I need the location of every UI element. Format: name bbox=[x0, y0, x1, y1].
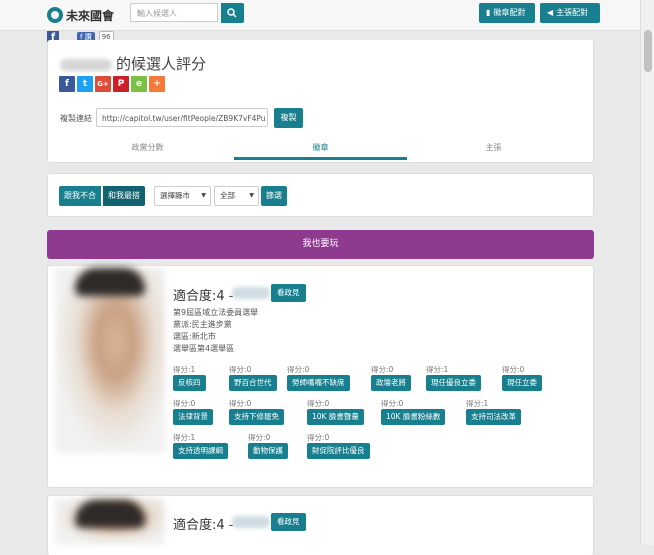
pinterest-share-icon[interactable]: P bbox=[113, 76, 129, 92]
top-navbar: 未來國會 輸入候選人 ▮ 徽章配對 ◀ 主張配對 bbox=[0, 0, 654, 31]
fit-score: 適合度:4 - bbox=[173, 289, 234, 304]
badge-score: 得分:0 bbox=[229, 365, 252, 374]
play-button[interactable]: 我也要玩 bbox=[47, 230, 594, 259]
blurred-candidate-name bbox=[232, 516, 270, 528]
tab-badge[interactable]: 徽章 bbox=[234, 136, 407, 160]
badge-cell: 得分:0 野百合世代 bbox=[229, 364, 282, 391]
badge-score: 得分:0 bbox=[371, 365, 394, 374]
logo-icon bbox=[47, 7, 63, 23]
candidate-info: 第9屆區域立法委員選舉 黨派:民主進步黨 選區:新北市 選舉區第4選舉區 bbox=[173, 308, 259, 353]
badge-tag[interactable]: 現任優良立委 bbox=[426, 375, 481, 391]
candidate-photo-hair bbox=[75, 268, 145, 296]
badge-row: 得分:0 法律背景 得分:0 支持下修罷免 得分:0 10K 臉書聲量 得分:0 10K… bbox=[173, 398, 542, 425]
badge-score: 得分:0 bbox=[307, 433, 330, 442]
tab-policy[interactable]: 主張 bbox=[407, 136, 580, 160]
badge-tag[interactable]: 反核四 bbox=[173, 375, 206, 391]
badge-cell: 得分:0 勞師嘴嘴不缺席 bbox=[287, 364, 366, 391]
badge-score: 得分:0 bbox=[287, 365, 310, 374]
badge-row: 得分:1 支持透明課綱 得分:0 動物保護 得分:0 財促院評比優良 bbox=[173, 432, 389, 459]
twitter-share-icon[interactable]: t bbox=[77, 76, 93, 92]
badge-score: 得分:0 bbox=[229, 399, 252, 408]
badge-cell: 得分:0 10K 臉書聲量 bbox=[307, 398, 376, 425]
badge-score: 得分:0 bbox=[173, 399, 196, 408]
badge-cell: 得分:0 法律背景 bbox=[173, 398, 224, 425]
badge-cell: 得分:0 支持下修罷免 bbox=[229, 398, 302, 425]
badge-cell: 得分:0 動物保護 bbox=[248, 432, 302, 459]
county-select[interactable]: 選擇縣市 ▼ bbox=[154, 186, 211, 206]
badge-score: 得分:0 bbox=[307, 399, 330, 408]
blurred-candidate-name bbox=[232, 287, 270, 299]
agree-toggle[interactable]: 和我最搭 bbox=[103, 186, 145, 206]
site-logo[interactable]: 未來國會 bbox=[47, 5, 114, 25]
district-select[interactable]: 全部 ▼ bbox=[214, 186, 259, 206]
badge-score: 得分:0 bbox=[248, 433, 271, 442]
badge-tag[interactable]: 支持透明課綱 bbox=[173, 443, 228, 459]
badge-cell: 得分:0 10K 臉書粉絲數 bbox=[381, 398, 461, 425]
badge-tag[interactable]: 法律背景 bbox=[173, 409, 213, 425]
scrollbar[interactable] bbox=[640, 0, 654, 545]
see-policy-button[interactable]: 看政見 bbox=[271, 513, 306, 531]
badge-tag[interactable]: 支持司法改革 bbox=[466, 409, 521, 425]
googleplus-share-icon[interactable]: G+ bbox=[95, 76, 111, 92]
page-title: 的候選人評分 bbox=[60, 53, 206, 74]
copy-link-input[interactable]: http://capitol.tw/user/fitPeople/ZB9K7vF… bbox=[96, 108, 268, 127]
badge-tag[interactable]: 現任立委 bbox=[502, 375, 542, 391]
copy-link-label: 複製連結 bbox=[60, 114, 92, 123]
badge-tag[interactable]: 野百合世代 bbox=[229, 375, 277, 391]
badge-cell: 得分:1 反核四 bbox=[173, 364, 224, 391]
see-policy-button[interactable]: 看政見 bbox=[271, 284, 306, 302]
bookmark-icon: ▮ bbox=[486, 8, 491, 17]
facebook-share-icon[interactable]: f bbox=[59, 76, 75, 92]
scroll-thumb[interactable] bbox=[644, 30, 652, 72]
megaphone-icon: ◀ bbox=[547, 8, 554, 17]
search-icon bbox=[227, 8, 237, 18]
badge-score: 得分:0 bbox=[381, 399, 404, 408]
filter-panel: 跟我不合 和我最搭 選擇縣市 ▼ 全部 ▼ 篩選 bbox=[47, 173, 594, 217]
badge-tag[interactable]: 財促院評比優良 bbox=[307, 443, 370, 459]
caret-down-icon: ▼ bbox=[201, 192, 206, 199]
candidate-panel: 的候選人評分 f t G+ P e + 複製連結 http://capitol.… bbox=[47, 40, 594, 163]
badge-score: 得分:0 bbox=[502, 365, 525, 374]
badge-row: 得分:1 反核四 得分:0 野百合世代 得分:0 勞師嘴嘴不缺席 得分:0 政壇老將 得… bbox=[173, 364, 556, 391]
issue-match-button[interactable]: ▮ 徽章配對 bbox=[479, 3, 535, 23]
badge-tag[interactable]: 動物保護 bbox=[248, 443, 288, 459]
candidate-photo-hair bbox=[75, 500, 145, 528]
badge-cell: 得分:1 支持透明課綱 bbox=[173, 432, 243, 459]
logo-text: 未來國會 bbox=[66, 8, 115, 23]
policy-match-button[interactable]: ◀ 主張配對 bbox=[540, 3, 600, 23]
badge-tag[interactable]: 勞師嘴嘴不缺席 bbox=[287, 375, 350, 391]
search-input[interactable]: 輸入候選人 bbox=[130, 3, 218, 22]
evernote-share-icon[interactable]: e bbox=[131, 76, 147, 92]
badge-score: 得分:1 bbox=[173, 365, 196, 374]
tab-party-score[interactable]: 政黨分數 bbox=[61, 136, 234, 160]
disagree-toggle[interactable]: 跟我不合 bbox=[59, 186, 101, 206]
blurred-name bbox=[60, 58, 112, 71]
caret-down-icon: ▼ bbox=[249, 192, 254, 199]
badge-tag[interactable]: 政壇老將 bbox=[371, 375, 411, 391]
filter-button[interactable]: 篩選 bbox=[261, 186, 287, 206]
copy-button[interactable]: 複製 bbox=[274, 108, 303, 128]
more-share-icon[interactable]: + bbox=[149, 76, 165, 92]
fit-score: 適合度:4 - bbox=[173, 518, 234, 533]
badge-score: 得分:1 bbox=[426, 365, 449, 374]
search-button[interactable] bbox=[221, 3, 244, 23]
badge-cell: 得分:0 財促院評比優良 bbox=[307, 432, 389, 459]
badge-score: 得分:1 bbox=[173, 433, 196, 442]
badge-cell: 得分:1 支持司法改革 bbox=[466, 398, 542, 425]
badge-score: 得分:1 bbox=[466, 399, 489, 408]
badge-tag[interactable]: 10K 臉書粉絲數 bbox=[381, 409, 446, 425]
share-icons: f t G+ P e + bbox=[59, 76, 165, 92]
badge-tag[interactable]: 10K 臉書聲量 bbox=[307, 409, 364, 425]
badge-cell: 得分:0 政壇老將 bbox=[371, 364, 421, 391]
badge-cell: 得分:0 現任立委 bbox=[502, 364, 556, 391]
badge-tag[interactable]: 支持下修罷免 bbox=[229, 409, 284, 425]
badge-cell: 得分:1 現任優良立委 bbox=[426, 364, 497, 391]
